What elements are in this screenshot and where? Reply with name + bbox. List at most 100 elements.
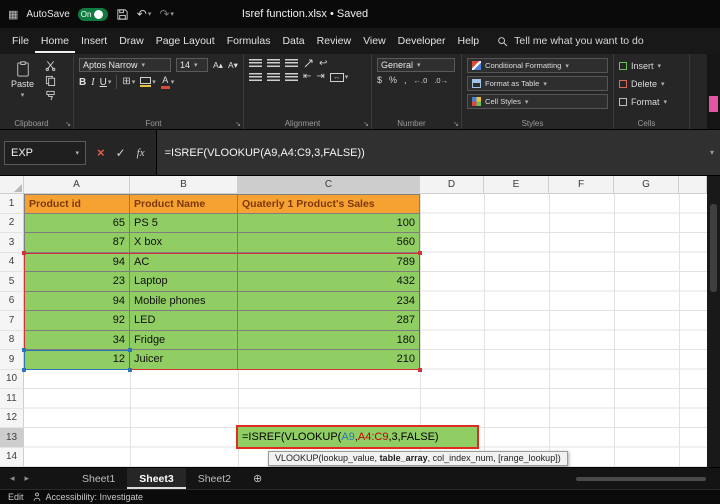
borders-caret-icon[interactable]: ▾ [132,78,136,86]
increase-indent-icon[interactable]: ⇥ [316,72,324,82]
row-header-5[interactable]: 5 [0,272,24,292]
align-right-icon[interactable] [285,72,298,82]
alignment-dialog-launcher-icon[interactable]: ↘ [363,120,369,128]
cell-A6[interactable]: 94 [24,291,130,311]
cancel-entry-icon[interactable]: × [97,145,105,160]
grow-font-icon[interactable]: A▴ [213,60,223,71]
cell-B3[interactable]: X box [130,233,238,253]
row-header-10[interactable]: 10 [0,369,24,389]
cell-B1[interactable]: Product Name [130,194,238,214]
app-launcher-icon[interactable]: ▦ [8,8,18,21]
cell-C5[interactable]: 432 [238,272,420,292]
delete-button[interactable]: Delete ▾ [619,76,684,91]
tab-data[interactable]: Data [276,30,310,53]
fill-color-caret-icon[interactable]: ▾ [152,78,156,86]
sheet-tab-sheet2[interactable]: Sheet2 [186,468,243,489]
row-header-4[interactable]: 4 [0,252,24,272]
row-header-8[interactable]: 8 [0,330,24,350]
font-dialog-launcher-icon[interactable]: ↘ [235,120,241,128]
font-color-button[interactable]: A ▾ [160,75,175,89]
col-header-A[interactable]: A [24,176,130,194]
col-header-E[interactable]: E [484,176,549,194]
tab-view[interactable]: View [357,30,392,53]
conditional-formatting-button[interactable]: Conditional Formatting ▾ [467,58,608,73]
vertical-scrollbar[interactable] [707,176,720,467]
row-header-2[interactable]: 2 [0,213,24,233]
cell-C7[interactable]: 287 [238,311,420,331]
accessibility-status[interactable]: Accessibility: Investigate [32,492,143,502]
save-icon[interactable] [116,8,129,21]
tab-help[interactable]: Help [452,30,486,53]
number-format-caret-icon[interactable]: ▾ [417,61,421,69]
tab-home[interactable]: Home [34,30,75,53]
cell-A2[interactable]: 65 [24,213,130,233]
underline-button[interactable]: U ▾ [100,77,112,88]
row-header-9[interactable]: 9 [0,350,24,370]
cell-C8[interactable]: 180 [238,330,420,350]
font-size-combo[interactable]: 14 ▾ [176,58,208,72]
row-header-6[interactable]: 6 [0,291,24,311]
cell-A5[interactable]: 23 [24,272,130,292]
col-header-C[interactable]: C [238,176,420,194]
tab-developer[interactable]: Developer [392,30,452,53]
row-header-7[interactable]: 7 [0,311,24,331]
undo-caret-icon[interactable]: ▾ [148,11,152,18]
cell-A8[interactable]: 34 [24,330,130,350]
format-button[interactable]: Format ▾ [619,94,684,109]
cell-A7[interactable]: 92 [24,311,130,331]
undo-button[interactable]: ↶ ▾ [137,8,152,20]
cell-B9[interactable]: Juicer [130,350,238,370]
cell-B4[interactable]: AC [130,252,238,272]
tell-me-search[interactable]: Tell me what you want to do [497,35,644,47]
merge-caret-icon[interactable]: ▾ [345,73,349,81]
font-name-caret-icon[interactable]: ▾ [142,61,146,69]
cell-C6[interactable]: 234 [238,291,420,311]
font-size-caret-icon[interactable]: ▾ [194,61,198,69]
row-header-1[interactable]: 1 [0,194,24,214]
formula-bar-expand-icon[interactable]: ▾ [710,148,714,157]
sheet-nav-right-icon[interactable]: ▸ [25,473,30,484]
col-header-F[interactable]: F [549,176,614,194]
horizontal-scrollbar-thumb[interactable] [576,477,706,481]
select-all-corner[interactable] [0,176,24,194]
font-color-caret-icon[interactable]: ▾ [171,78,175,86]
align-bottom-icon[interactable] [285,59,298,68]
copy-icon[interactable] [45,75,56,86]
tab-insert[interactable]: Insert [75,30,113,53]
formula-bar[interactable]: =ISREF(VLOOKUP(A9,A4:C9,3,FALSE)) ▾ [155,130,720,175]
align-top-icon[interactable] [249,59,262,68]
cell-C9[interactable]: 210 [238,350,420,370]
italic-button[interactable]: I [91,77,94,88]
orientation-icon[interactable] [303,58,314,69]
row-header-12[interactable]: 12 [0,408,24,428]
sheet-tab-sheet3[interactable]: Sheet3 [127,468,186,489]
col-header-D[interactable]: D [420,176,484,194]
clipboard-dialog-launcher-icon[interactable]: ↘ [65,120,71,128]
editing-cell-C13[interactable]: =ISREF(VLOOKUP(A9, A4:C9,3,FALSE) [236,425,479,449]
tab-review[interactable]: Review [311,30,357,53]
insert-function-icon[interactable]: fx [137,147,145,159]
borders-button[interactable]: ⊞ ▾ [122,77,135,87]
confirm-entry-icon[interactable]: ✓ [116,146,126,160]
increase-decimal-icon[interactable]: ←.0 [414,76,428,85]
align-center-icon[interactable] [267,72,280,82]
row-header-14[interactable]: 14 [0,447,24,467]
redo-caret-icon[interactable]: ▾ [170,11,174,18]
percent-style-icon[interactable]: % [389,75,397,85]
wrap-text-icon[interactable]: ↩ [319,58,327,69]
row-header-3[interactable]: 3 [0,233,24,253]
col-header-B[interactable]: B [130,176,238,194]
cell-C1[interactable]: Quaterly 1 Product's Sales [238,194,420,214]
cell-B7[interactable]: LED [130,311,238,331]
cell-C3[interactable]: 560 [238,233,420,253]
autosave-toggle[interactable]: On [77,7,108,21]
decrease-indent-icon[interactable]: ⇤ [303,72,311,82]
fill-color-button[interactable]: ▾ [140,76,156,88]
sheet-tab-sheet1[interactable]: Sheet1 [70,468,127,489]
cut-icon[interactable] [45,60,56,71]
format-as-table-button[interactable]: Format as Table ▾ [467,76,608,91]
cell-A1[interactable]: Product id [24,194,130,214]
tab-page-layout[interactable]: Page Layout [150,30,221,53]
decrease-decimal-icon[interactable]: .0→ [434,76,448,85]
add-sheet-icon[interactable]: ⊕ [253,472,262,485]
